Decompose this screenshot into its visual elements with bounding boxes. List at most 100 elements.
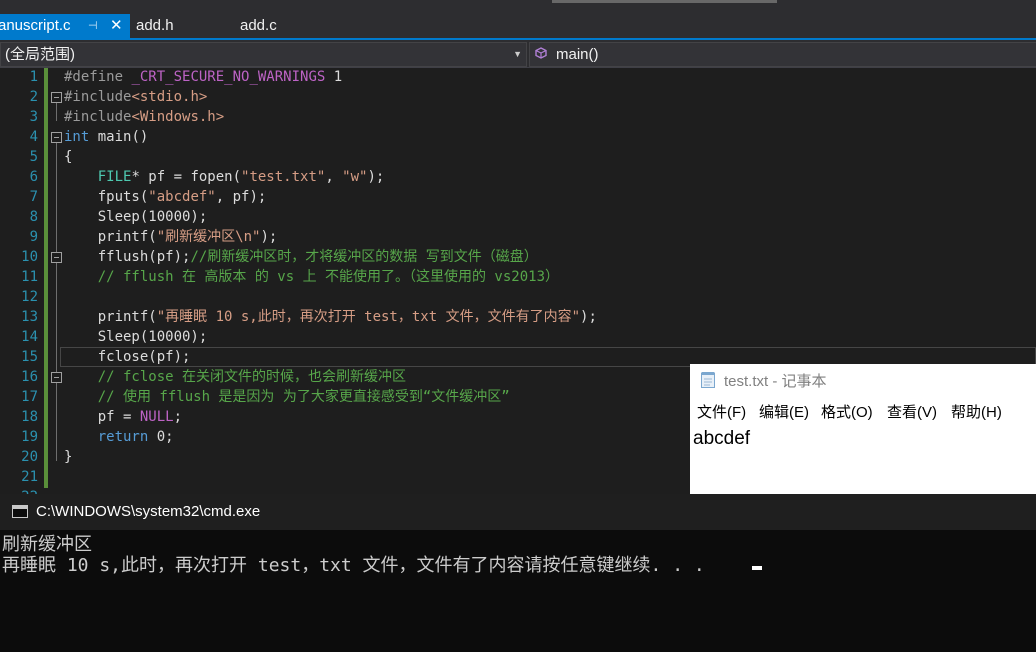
collapse-icon[interactable] [51, 252, 62, 263]
collapse-icon[interactable] [51, 92, 62, 103]
code-token: } [64, 449, 73, 465]
code-line: fflush(pf);//刷新缓冲区时，才将缓冲区的数据 写到文件（磁盘） [64, 247, 538, 267]
cmd-title: C:\WINDOWS\system32\cmd.exe [36, 503, 261, 520]
notepad-text-area[interactable]: abcdef [693, 428, 750, 450]
change-tracking-bar [44, 68, 48, 488]
fold-guide-line [56, 383, 57, 401]
code-line: Sleep(10000); [64, 207, 208, 227]
code-line: printf("再睡眠 10 s,此时，再次打开 test，txt 文件，文件有… [64, 307, 597, 327]
cmd-window[interactable]: C:\WINDOWS\system32\cmd.exe 刷新缓冲区 再睡眠 10… [0, 494, 1036, 652]
code-token: ); [580, 309, 597, 325]
code-line: // fclose 在关闭文件的时候，也会刷新缓冲区 [64, 367, 406, 387]
code-comment: // 使用 fflush 是是因为 为了大家更直接感受到“文件缓冲区” [64, 389, 510, 405]
method-cube-icon [535, 47, 547, 59]
code-comment: // fclose 在关闭文件的时候，也会刷新缓冲区 [64, 369, 407, 385]
line-number: 4 [29, 129, 38, 145]
tab-label: add.h [136, 17, 174, 34]
code-token: printf( [64, 229, 157, 245]
tab-label: anuscript.c [0, 17, 71, 34]
line-number: 12 [21, 289, 38, 305]
fold-guide-line [56, 143, 57, 461]
code-token: { [64, 149, 73, 165]
code-string: "test.txt" [241, 169, 326, 185]
code-line: int main() [64, 127, 148, 147]
code-token: #include [64, 109, 132, 125]
code-string: <Windows.h> [131, 109, 225, 125]
code-line: FILE* pf = fopen("test.txt", "w"); [64, 167, 385, 187]
navigation-bar: (全局范围) ▼ main() [0, 40, 1036, 68]
line-number: 13 [21, 309, 38, 325]
code-token: printf( [64, 309, 157, 325]
chevron-down-icon[interactable]: ▼ [513, 43, 522, 66]
code-string: "再睡眠 10 s,此时，再次打开 test，txt 文件，文件有了内容" [156, 309, 581, 325]
code-line: #define _CRT_SECURE_NO_WARNINGS 1 [64, 68, 342, 87]
code-line: #include<stdio.h> [64, 87, 207, 107]
notepad-title-bar[interactable]: test.txt - 记事本 [690, 364, 1036, 396]
function-dropdown[interactable]: main() [529, 42, 1036, 67]
close-icon[interactable]: ✕ [110, 14, 123, 38]
menu-help[interactable]: 帮助(H) [951, 401, 1002, 422]
collapse-icon[interactable] [51, 372, 62, 383]
code-token: * pf = fopen( [131, 169, 242, 185]
code-token: return [97, 429, 149, 445]
code-token: fputs( [64, 189, 149, 205]
code-token: ; [173, 409, 183, 425]
menu-view[interactable]: 查看(V) [887, 401, 937, 422]
notepad-menubar: 文件(F) 编辑(E) 格式(O) 查看(V) 帮助(H) [690, 396, 1036, 422]
line-number: 22 [0, 487, 38, 494]
line-number: 20 [21, 449, 38, 465]
code-token: , [325, 169, 343, 185]
code-token: ); [367, 169, 385, 185]
code-token: FILE [97, 169, 132, 185]
line-number: 1 [29, 69, 38, 85]
tab-add-h[interactable]: add.h [136, 14, 174, 38]
code-line: fputs("abcdef", pf); [64, 187, 267, 207]
line-number: 2 [29, 89, 38, 105]
collapse-icon[interactable] [51, 132, 62, 143]
notepad-window[interactable]: test.txt - 记事本 文件(F) 编辑(E) 格式(O) 查看(V) 帮… [690, 364, 1036, 494]
line-number: 7 [29, 189, 38, 205]
code-token: 0; [148, 429, 174, 445]
notepad-title: test.txt - 记事本 [724, 373, 827, 390]
line-number: 14 [21, 329, 38, 345]
code-token: pf = [64, 409, 140, 425]
fold-guide-line [56, 103, 57, 121]
code-comment: // fflush 在 高版本 的 vs 上 不能使用了。（这里使用的 vs20… [64, 269, 560, 285]
line-number: 11 [21, 269, 38, 285]
scope-dropdown[interactable]: (全局范围) ▼ [0, 42, 527, 67]
cmd-title-bar[interactable]: C:\WINDOWS\system32\cmd.exe [0, 494, 1036, 530]
code-token: fclose(pf); [64, 349, 191, 365]
code-line: #include<Windows.h> [64, 107, 224, 127]
code-token: Sleep(10000); [64, 329, 208, 345]
code-string: <stdio.h> [131, 89, 208, 105]
document-tab-strip: anuscript.c ⊣ ✕ add.h add.c [0, 0, 1036, 40]
pin-icon[interactable]: ⊣ [88, 14, 98, 38]
line-number: 15 [21, 349, 38, 365]
code-token: main() [89, 129, 149, 145]
code-token: NULL [139, 409, 174, 425]
line-number: 9 [29, 229, 38, 245]
tab-manuscript-c[interactable]: anuscript.c ⊣ ✕ [0, 14, 130, 38]
code-line: } [64, 447, 72, 467]
line-number: 8 [29, 209, 38, 225]
menu-format[interactable]: 格式(O) [821, 401, 873, 422]
scope-value: (全局范围) [5, 46, 75, 63]
menu-file[interactable]: 文件(F) [697, 401, 746, 422]
code-line: { [64, 147, 72, 167]
code-comment: //刷新缓冲区时，才将缓冲区的数据 写到文件（磁盘） [190, 249, 538, 265]
line-number: 21 [21, 469, 38, 485]
tab-overflow-scrollbar[interactable] [552, 0, 777, 3]
menu-edit[interactable]: 编辑(E) [759, 401, 809, 422]
console-line: 再睡眠 10 s,此时，再次打开 test，txt 文件，文件有了内容请按任意键… [2, 555, 716, 576]
code-token: ); [260, 229, 278, 245]
fold-guide-line [56, 263, 57, 281]
code-token: Sleep(10000); [64, 209, 208, 225]
code-string: "刷新缓冲区\n" [156, 229, 261, 245]
code-line: Sleep(10000); [64, 327, 208, 347]
code-line: printf("刷新缓冲区\n"); [64, 227, 278, 247]
line-number: 16 [21, 369, 38, 385]
line-number: 5 [29, 149, 38, 165]
tab-add-c[interactable]: add.c [240, 14, 277, 38]
